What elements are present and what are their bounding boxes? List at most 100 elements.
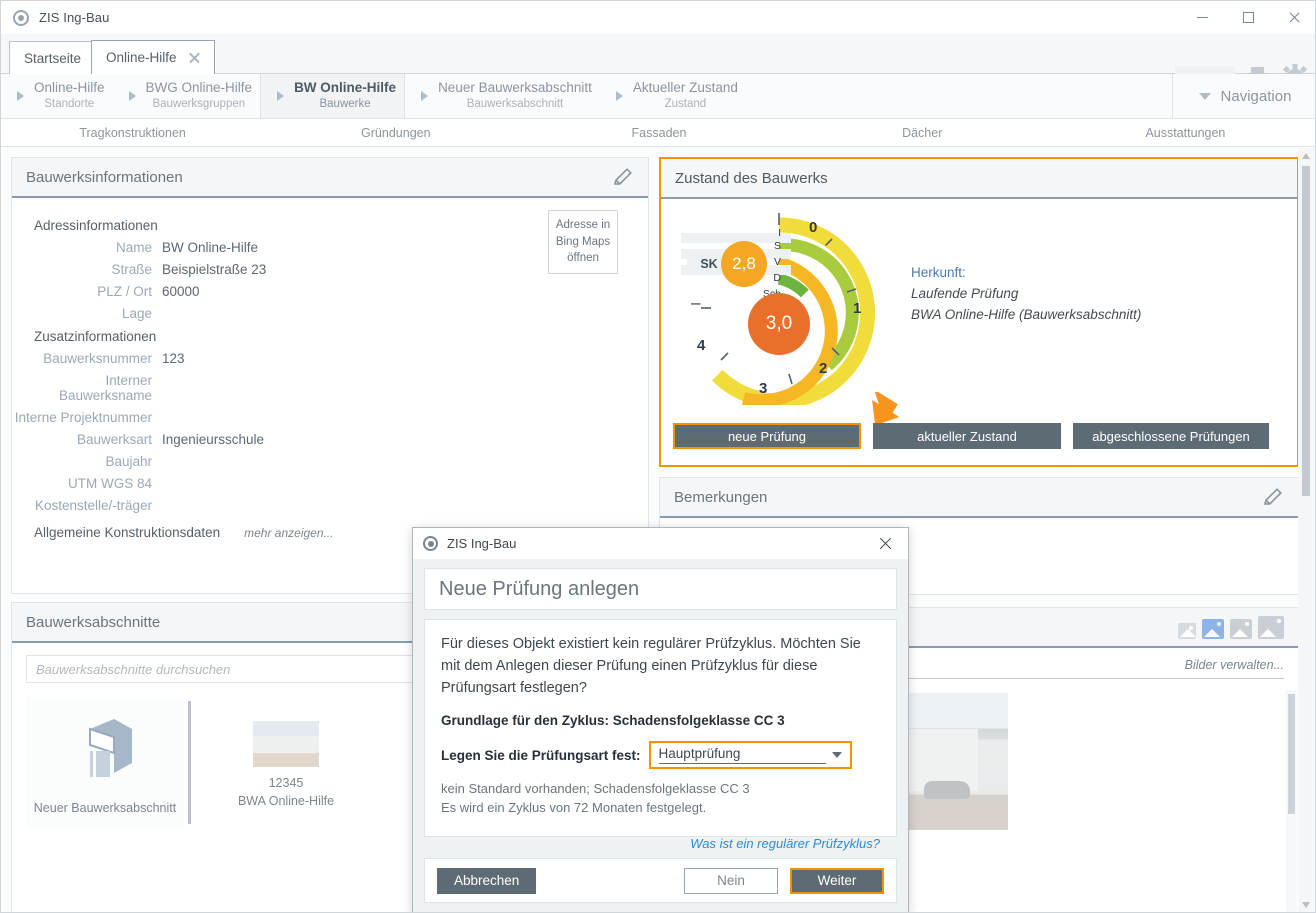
section-tab-bar: Tragkonstruktionen Gründungen Fassaden D… xyxy=(1,119,1315,147)
zustand-title: Zustand des Bauwerks xyxy=(675,169,828,187)
gauge-scale-1: 1 xyxy=(853,300,862,317)
dialog-no-button[interactable]: Nein xyxy=(684,867,778,894)
tab-close-icon[interactable] xyxy=(189,52,200,63)
breadcrumb-item-2[interactable]: BW Online-Hilfe Bauwerke xyxy=(260,74,406,118)
bing-maps-label: Adresse in Bing Maps öffnen xyxy=(555,218,611,265)
scroll-down-arrow-icon[interactable] xyxy=(1302,902,1310,908)
close-button[interactable] xyxy=(1271,1,1315,34)
tab-online-hilfe[interactable]: Online-Hilfe xyxy=(91,40,215,74)
scroll-up-arrow-icon[interactable] xyxy=(1302,153,1310,159)
konstruktionsdaten-label: Allgemeine Konstruktionsdaten xyxy=(34,525,221,540)
breadcrumb-item-1[interactable]: BWG Online-Hilfe Bauwerksgruppen xyxy=(113,74,261,118)
breadcrumb-item-0-subtitle: Standorte xyxy=(44,98,95,111)
card-header: Bemerkungen xyxy=(660,478,1298,518)
info-row-utm-wgs84: UTM WGS 84 xyxy=(12,476,648,491)
gauge-scale-4: 4 xyxy=(697,337,706,354)
dialog-no-label: Nein xyxy=(717,873,745,888)
edit-pencil-icon[interactable] xyxy=(612,166,634,188)
image-medium-icon[interactable] xyxy=(1230,618,1252,639)
sk-value-text: 2,8 xyxy=(732,254,756,273)
gauge-scale-none: – xyxy=(691,293,701,312)
aktueller-zustand-button[interactable]: aktueller Zustand xyxy=(873,423,1061,449)
image-view-switcher xyxy=(1178,615,1284,639)
list-item-neuer-bauwerksabschnitt[interactable]: Neuer Bauwerksabschnitt xyxy=(26,697,184,828)
abgeschlossene-pruefungen-label: abgeschlossene Prüfungen xyxy=(1092,428,1250,444)
bilder-scrollbar-thumb[interactable] xyxy=(1288,694,1295,814)
info-row-lage-label: Lage xyxy=(121,306,152,321)
info-row-bauwerksnummer: Bauwerksnummer 123 xyxy=(12,351,648,366)
page-scrollbar[interactable] xyxy=(1298,148,1314,912)
breadcrumb-item-3-title: Neuer Bauwerksabschnitt xyxy=(438,80,592,96)
zustand-gauge-chart: I S V D Sch SK 2,8 3,0 0 1 xyxy=(671,205,901,409)
gauge-center-value: 3,0 xyxy=(748,293,810,355)
abgeschlossene-pruefungen-button[interactable]: abgeschlossene Prüfungen xyxy=(1073,423,1269,449)
dialog-next-button[interactable]: Weiter xyxy=(790,867,884,894)
image-selected-icon[interactable] xyxy=(1202,618,1224,639)
info-row-interne-projektnummer: Interne Projektnummer xyxy=(12,410,648,425)
info-row-bauwerksart: Bauwerksart Ingenieursschule xyxy=(12,432,648,447)
info-row-utm-wgs84-label: UTM WGS 84 xyxy=(67,476,152,491)
section-thumbnail xyxy=(253,721,319,767)
gauge-scale-3: 3 xyxy=(759,380,768,397)
card-header: Zustand des Bauwerks xyxy=(661,159,1297,199)
sk-value-bubble: 2,8 xyxy=(721,241,767,287)
gauge-center-text: 3,0 xyxy=(765,313,793,334)
bing-maps-button[interactable]: Adresse in Bing Maps öffnen xyxy=(548,210,618,274)
breadcrumb-item-0[interactable]: Online-Hilfe Standorte xyxy=(1,74,113,118)
breadcrumb-item-0-title: Online-Hilfe xyxy=(34,80,105,96)
section-tab-fassaden[interactable]: Fassaden xyxy=(527,126,790,140)
info-row-plz-ort-value[interactable]: 60000 xyxy=(162,284,200,299)
maximize-button[interactable] xyxy=(1225,1,1271,34)
section-tab-daecher[interactable]: Dächer xyxy=(791,126,1054,140)
breadcrumb-item-3[interactable]: Neuer Bauwerksabschnitt Bauwerksabschnit… xyxy=(405,74,600,118)
pruefungsart-row: Legen Sie die Prüfungsart fest: Hauptprü… xyxy=(441,741,880,770)
breadcrumb-item-1-subtitle: Bauwerksgruppen xyxy=(152,98,246,111)
info-row-lage: Lage xyxy=(12,306,648,321)
section-tab-gruendungen[interactable]: Gründungen xyxy=(264,126,527,140)
dialog-close-icon[interactable] xyxy=(879,537,892,550)
info-row-name-value[interactable]: BW Online-Hilfe xyxy=(162,240,258,255)
page-scrollbar-thumb[interactable] xyxy=(1302,166,1310,496)
tab-startseite-label: Startseite xyxy=(24,50,82,66)
bilder-scrollbar[interactable] xyxy=(1286,690,1297,912)
dialog-cancel-button[interactable]: Abbrechen xyxy=(437,867,537,894)
image-small-icon[interactable] xyxy=(1178,622,1196,639)
dialog-note-line-2: Es wird ein Zyklus von 72 Monaten festge… xyxy=(441,800,707,816)
info-row-kostenstelle: Kostenstelle/-träger xyxy=(12,498,648,513)
info-row-name-label: Name xyxy=(115,240,152,255)
dialog-basis-text: Grundlage für den Zyklus: Schadensfolgek… xyxy=(441,713,785,729)
pruefungsart-select[interactable]: Hauptprüfung xyxy=(648,741,852,770)
tab-startseite[interactable]: Startseite xyxy=(9,41,97,74)
info-row-baujahr: Baujahr xyxy=(12,454,648,469)
section-tab-tragkonstruktionen[interactable]: Tragkonstruktionen xyxy=(1,126,264,140)
info-row-bauwerksart-label: Bauwerksart xyxy=(76,432,152,447)
neue-pruefung-button[interactable]: neue Prüfung xyxy=(673,423,861,449)
edit-pencil-icon[interactable] xyxy=(1262,486,1284,508)
chevron-down-icon xyxy=(1198,93,1211,100)
navigation-label: Navigation xyxy=(1220,88,1292,105)
pruefungsart-selected-value: Hauptprüfung xyxy=(658,746,826,765)
breadcrumb-item-4[interactable]: Aktueller Zustand Zustand xyxy=(600,74,746,118)
image-large-icon[interactable] xyxy=(1258,615,1284,639)
section-tab-ausstattungen[interactable]: Ausstattungen xyxy=(1054,126,1315,140)
new-section-icon xyxy=(89,719,132,777)
navigation-dropdown[interactable]: Navigation xyxy=(1172,74,1315,119)
breadcrumb-item-2-subtitle: Bauwerke xyxy=(319,98,371,111)
mehr-anzeigen-link[interactable]: mehr anzeigen... xyxy=(244,526,333,540)
minimize-button[interactable] xyxy=(1179,1,1225,34)
info-row-bauwerksnummer-value[interactable]: 123 xyxy=(162,351,185,366)
info-row-bauwerksart-value[interactable]: Ingenieursschule xyxy=(162,432,264,447)
list-item-label: 12345 xyxy=(268,776,304,790)
info-row-strasse-value[interactable]: Beispielstraße 23 xyxy=(162,262,266,277)
bemerkungen-title: Bemerkungen xyxy=(674,488,768,506)
breadcrumb-item-2-title: BW Online-Hilfe xyxy=(294,80,397,96)
dialog-help-link[interactable]: Was ist ein regulärer Prüfzyklus? xyxy=(441,836,880,851)
dialog-paragraph: Für dieses Objekt existiert kein regulär… xyxy=(441,636,861,696)
chevron-right-icon xyxy=(421,91,429,101)
group-zusatzinformationen: Zusatzinformationen xyxy=(34,329,157,344)
list-item-12345[interactable]: 12345 BWA Online-Hilfe xyxy=(207,697,365,820)
chevron-right-icon xyxy=(615,91,623,101)
close-icon xyxy=(1288,12,1300,24)
chevron-right-icon xyxy=(128,91,136,101)
dialog-note-line-1: kein Standard vorhanden; Schadensfolgekl… xyxy=(441,781,750,797)
